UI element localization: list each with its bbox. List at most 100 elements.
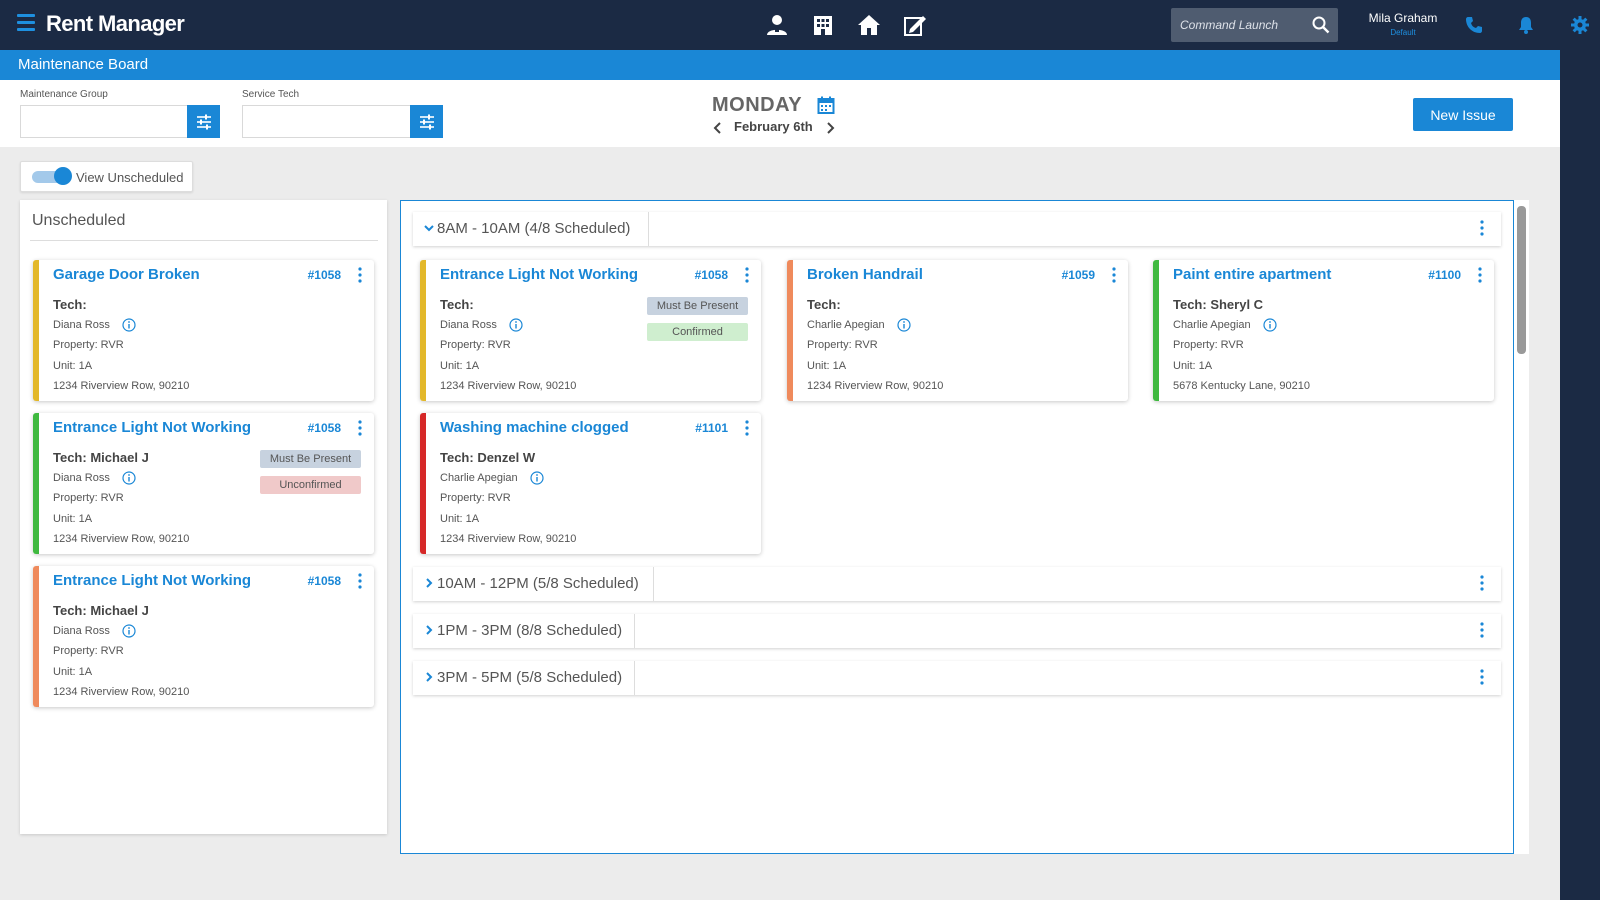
command-launch-input[interactable] (1171, 8, 1306, 42)
toggle-knob (54, 167, 72, 185)
more-options-icon[interactable] (1479, 669, 1485, 685)
info-icon[interactable] (122, 318, 136, 332)
chevron-down-icon[interactable] (423, 222, 435, 234)
card-address: 5678 Kentucky Lane, 90210 (1173, 380, 1311, 392)
info-icon[interactable] (509, 318, 523, 332)
priority-stripe (33, 413, 39, 554)
card-address: 1234 Riverview Row, 90210 (440, 380, 577, 392)
maintenance-group-input[interactable] (20, 105, 187, 138)
hamburger-menu-icon[interactable] (17, 14, 35, 31)
card-number: #1058 (694, 268, 728, 282)
more-options-icon[interactable] (1479, 220, 1485, 236)
current-date: February 6th (734, 119, 813, 134)
home-icon[interactable] (856, 12, 882, 38)
card-property: Property: RVR (440, 339, 511, 351)
user-menu[interactable]: Mila Graham Default (1354, 11, 1452, 37)
time-slot-header[interactable]: 1PM - 3PM (8/8 Scheduled) (413, 614, 1501, 648)
time-slot-header[interactable]: 8AM - 10AM (4/8 Scheduled) (413, 212, 1501, 246)
previous-day-chevron-icon[interactable] (712, 121, 724, 135)
time-slot-header[interactable]: 3PM - 5PM (5/8 Scheduled) (413, 661, 1501, 695)
info-icon[interactable] (122, 624, 136, 638)
priority-stripe (787, 260, 793, 401)
more-options-icon[interactable] (1111, 267, 1117, 283)
card-title[interactable]: Broken Handrail (807, 266, 923, 283)
card-number: #1058 (307, 421, 341, 435)
card-title[interactable]: Entrance Light Not Working (53, 572, 251, 589)
card-number: #1100 (1428, 268, 1461, 282)
card-contact-name: Diana Ross (53, 319, 110, 331)
chevron-right-icon[interactable] (423, 671, 435, 683)
user-role: Default (1390, 28, 1416, 37)
maintenance-group-filter-button[interactable] (187, 105, 220, 138)
card-property: Property: RVR (53, 339, 124, 351)
card-number: #1059 (1061, 268, 1095, 282)
date-navigator: February 6th (710, 119, 835, 137)
card-property: Property: RVR (53, 645, 124, 657)
chevron-right-icon[interactable] (423, 577, 435, 589)
card-unit: Unit: 1A (53, 513, 93, 525)
card-contact-name: Diana Ross (53, 625, 110, 637)
more-options-icon[interactable] (744, 420, 750, 436)
card-address: 1234 Riverview Row, 90210 (53, 380, 190, 392)
card-title[interactable]: Garage Door Broken (53, 266, 200, 283)
more-options-icon[interactable] (357, 267, 363, 283)
work-order-card[interactable]: Entrance Light Not Working #1058 Tech: Mic… (33, 413, 374, 554)
tenant-icon[interactable] (764, 12, 790, 38)
card-contact-name: Charlie Apegian (1173, 319, 1251, 331)
search-icon[interactable] (1312, 16, 1330, 34)
more-options-icon[interactable] (1479, 575, 1485, 591)
time-slot-label: 1PM - 3PM (8/8 Scheduled) (437, 622, 623, 639)
work-order-icon[interactable] (902, 12, 928, 38)
chevron-right-icon[interactable] (423, 624, 435, 636)
service-tech-filter-button[interactable] (410, 105, 443, 138)
bell-icon[interactable] (1516, 15, 1536, 35)
work-order-card[interactable]: Broken Handrail #1059 Tech: Charlie Apegian… (787, 260, 1128, 401)
divider (634, 661, 635, 695)
maintenance-group-label: Maintenance Group (20, 89, 108, 100)
view-unscheduled-toggle[interactable]: View Unscheduled (20, 161, 193, 192)
card-title[interactable]: Entrance Light Not Working (53, 419, 251, 436)
phone-icon[interactable] (1464, 15, 1484, 35)
card-address: 1234 Riverview Row, 90210 (53, 686, 190, 698)
divider (648, 212, 649, 246)
info-icon[interactable] (897, 318, 911, 332)
card-title[interactable]: Entrance Light Not Working (440, 266, 638, 283)
next-day-chevron-icon[interactable] (824, 121, 836, 135)
work-order-card[interactable]: Garage Door Broken #1058 Tech: Diana Ross Pr… (33, 260, 374, 401)
time-slot-header[interactable]: 10AM - 12PM (5/8 Scheduled) (413, 567, 1501, 601)
priority-stripe (1153, 260, 1159, 401)
schedule-scrollbar[interactable] (1517, 206, 1526, 354)
work-order-card[interactable]: Paint entire apartment #1100 Tech: Sheryl … (1153, 260, 1494, 401)
card-property: Property: RVR (807, 339, 878, 351)
more-options-icon[interactable] (1477, 267, 1483, 283)
card-unit: Unit: 1A (53, 360, 93, 372)
app-logo[interactable]: Rent Manager (46, 11, 185, 37)
more-options-icon[interactable] (744, 267, 750, 283)
divider (634, 614, 635, 648)
work-order-card[interactable]: Entrance Light Not Working #1058 Tech: Mic… (33, 566, 374, 707)
service-tech-input[interactable] (242, 105, 410, 138)
new-issue-button[interactable]: New Issue (1413, 98, 1513, 131)
card-title[interactable]: Washing machine clogged (440, 419, 629, 436)
info-icon[interactable] (1263, 318, 1277, 332)
sliders-icon (196, 114, 211, 129)
card-number: #1058 (307, 574, 341, 588)
building-icon[interactable] (810, 12, 836, 38)
more-options-icon[interactable] (357, 573, 363, 589)
card-tech: Tech: Michael J (53, 603, 149, 618)
more-options-icon[interactable] (357, 420, 363, 436)
divider (653, 567, 654, 601)
gear-icon[interactable] (1570, 15, 1590, 35)
card-tech: Tech: (807, 297, 841, 312)
page-title-bar: Maintenance Board (0, 50, 1560, 80)
priority-stripe (420, 260, 426, 401)
work-order-card[interactable]: Entrance Light Not Working #1058 Tech: Dian… (420, 260, 761, 401)
work-order-card[interactable]: Washing machine clogged #1101 Tech: Denzel… (420, 413, 761, 554)
more-options-icon[interactable] (1479, 622, 1485, 638)
toggle-label: View Unscheduled (76, 170, 184, 185)
calendar-icon[interactable] (817, 96, 835, 114)
info-icon[interactable] (530, 471, 544, 485)
card-contact-name: Diana Ross (440, 319, 497, 331)
info-icon[interactable] (122, 471, 136, 485)
card-title[interactable]: Paint entire apartment (1173, 266, 1331, 283)
